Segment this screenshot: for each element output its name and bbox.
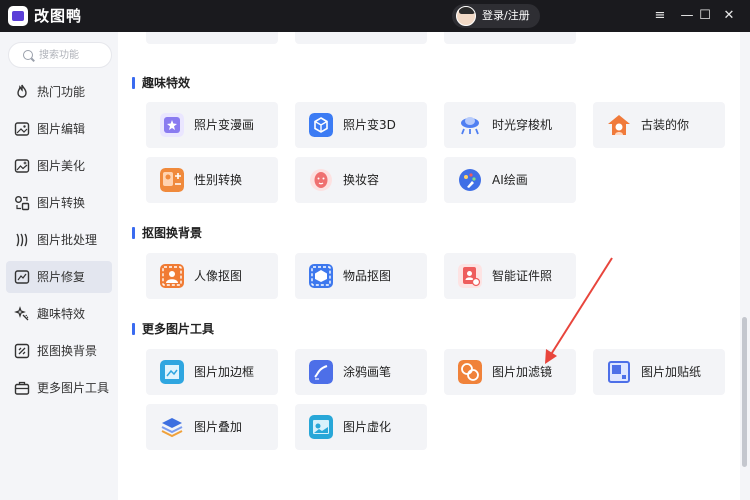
sidebar-item-label: 图片批处理 — [37, 233, 98, 247]
scrollbar-thumb[interactable] — [742, 317, 747, 467]
toolbox-icon — [14, 381, 30, 395]
photo-repair-icon — [14, 270, 30, 284]
app-title: 改图鸭 — [34, 7, 83, 25]
annotation-arrow — [545, 257, 613, 364]
search-input[interactable] — [39, 47, 109, 63]
sidebar-item-label: 图片编辑 — [37, 122, 86, 136]
flame-icon — [17, 84, 27, 98]
image-convert-icon — [15, 196, 30, 211]
image-edit-icon — [14, 122, 30, 136]
app-logo-icon — [8, 6, 28, 26]
title-bar: 改图鸭 登录/注册 ≡ — ☐ ✕ — [0, 0, 750, 32]
sidebar-item-image-edit[interactable]: 图片编辑 — [6, 113, 112, 145]
sidebar-item-label: 照片修复 — [37, 270, 86, 284]
sidebar-item-label: 热门功能 — [37, 85, 86, 99]
cutout-icon — [14, 343, 30, 359]
scrollbar[interactable] — [740, 32, 750, 500]
sidebar-item-label: 图片美化 — [37, 159, 86, 173]
sidebar: 热门功能 图片编辑 图片美化 图片转换 图片批处理 照片修复 趣味特效 抠图换 — [0, 32, 118, 500]
search-icon — [23, 50, 33, 60]
minimize-button[interactable]: — — [677, 6, 697, 26]
sidebar-item-label: 更多图片工具 — [37, 381, 110, 395]
batch-icon — [16, 233, 28, 247]
sidebar-item-image-beautify[interactable]: 图片美化 — [6, 150, 112, 182]
sidebar-item-hot[interactable]: 热门功能 — [6, 76, 112, 108]
search-box[interactable] — [8, 42, 112, 68]
avatar[interactable] — [456, 6, 476, 26]
tool-panel: 趣味特效 照片变漫画 照片变3D 时光穿梭机 古装的你 性别转换 换妆容 AI绘… — [118, 32, 740, 500]
sidebar-item-photo-repair[interactable]: 照片修复 — [6, 261, 112, 293]
login-label: 登录/注册 — [482, 9, 530, 22]
sidebar-item-label: 图片转换 — [37, 196, 86, 210]
close-button[interactable]: ✕ — [719, 6, 739, 26]
sidebar-item-image-convert[interactable]: 图片转换 — [6, 187, 112, 219]
sidebar-item-more-tools[interactable]: 更多图片工具 — [6, 372, 112, 404]
sidebar-item-label: 趣味特效 — [37, 307, 86, 321]
sidebar-item-batch[interactable]: 图片批处理 — [6, 224, 112, 256]
sidebar-item-label: 抠图换背景 — [37, 344, 98, 358]
login-button[interactable]: 登录/注册 — [452, 4, 540, 28]
maximize-button[interactable]: ☐ — [695, 6, 715, 26]
sparkle-icon — [14, 306, 29, 321]
menu-icon[interactable]: ≡ — [650, 6, 670, 26]
image-beautify-icon — [14, 159, 30, 173]
main-window: 热门功能 图片编辑 图片美化 图片转换 图片批处理 照片修复 趣味特效 抠图换 — [0, 32, 750, 500]
sidebar-item-cutout[interactable]: 抠图换背景 — [6, 335, 112, 367]
sidebar-item-fun[interactable]: 趣味特效 — [6, 298, 112, 330]
